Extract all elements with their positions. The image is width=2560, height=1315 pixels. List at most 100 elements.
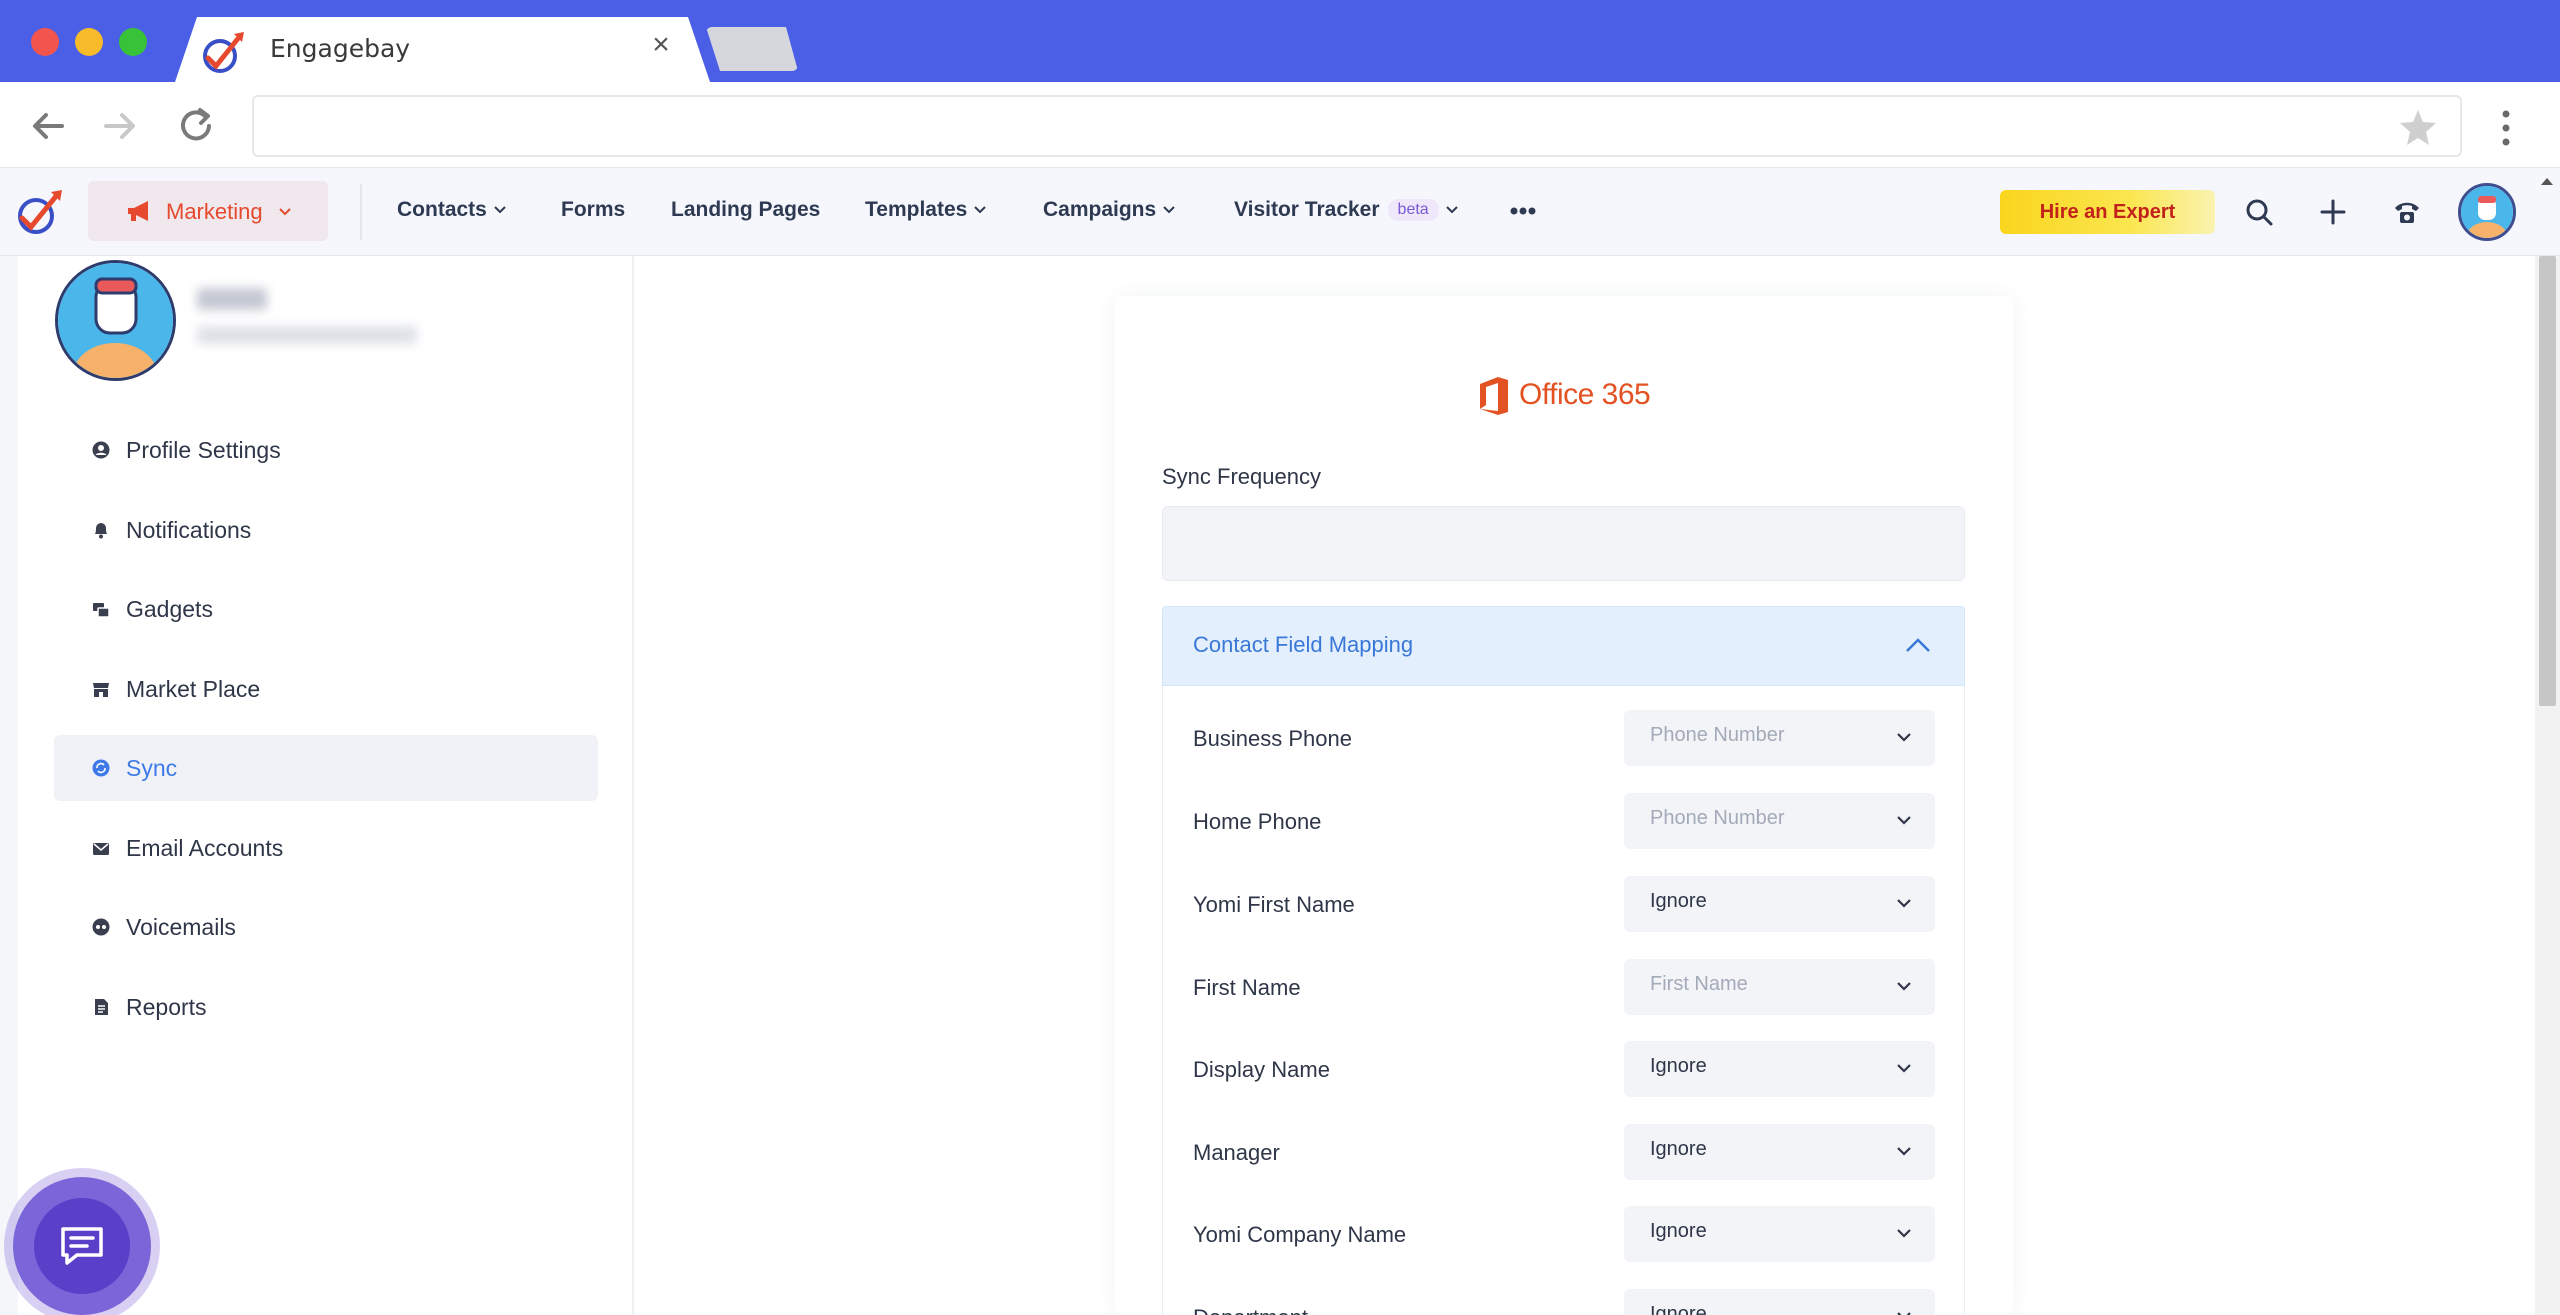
forward-arrow-icon[interactable] <box>98 104 142 148</box>
sync-icon <box>92 759 110 777</box>
chat-launcher-button[interactable] <box>34 1198 130 1294</box>
mapping-field-name: Yomi First Name <box>1193 892 1355 917</box>
browser-tab-active[interactable] <box>175 17 710 82</box>
mapping-field-name: Department <box>1193 1305 1308 1315</box>
chevron-up-icon[interactable] <box>1905 637 1931 653</box>
avatar-illustration-icon <box>2461 186 2513 238</box>
chevron-down-icon <box>494 206 506 214</box>
mapping-select[interactable]: Phone Number <box>1624 793 1935 849</box>
voicemail-icon <box>92 918 110 936</box>
nav-visitor-tracker-label: Visitor Tracker <box>1234 198 1380 221</box>
megaphone-icon <box>128 201 148 221</box>
profile-email-blurred <box>197 326 417 344</box>
mapping-field-name: Display Name <box>1193 1057 1330 1082</box>
mapping-row: First Name First Name <box>1193 959 1935 1015</box>
mapping-select[interactable]: Ignore <box>1624 1206 1935 1262</box>
user-circle-icon <box>92 441 110 459</box>
tab-close-icon[interactable]: × <box>648 30 674 60</box>
sidebar-item-profile-settings[interactable]: Profile Settings <box>54 417 598 483</box>
mapping-select[interactable]: Ignore <box>1624 1041 1935 1097</box>
mapping-field-name: Business Phone <box>1193 726 1352 751</box>
mapping-row: Home Phone Phone Number <box>1193 793 1935 849</box>
nav-campaigns[interactable]: Campaigns <box>1043 198 1176 222</box>
nav-landing-pages-label: Landing Pages <box>671 198 821 221</box>
reload-icon[interactable] <box>174 104 218 148</box>
search-icon[interactable] <box>2243 196 2275 228</box>
contact-field-mapping-title: Contact Field Mapping <box>1193 632 1414 657</box>
mapping-select[interactable]: Phone Number <box>1624 710 1935 766</box>
sidebar-item-sync[interactable]: Sync <box>54 735 598 801</box>
address-bar[interactable] <box>252 95 2462 157</box>
nav-contacts[interactable]: Contacts <box>397 198 507 222</box>
header-divider <box>360 184 362 240</box>
profile-avatar <box>55 260 176 381</box>
chevron-down-icon <box>1897 1229 1911 1238</box>
sidebar-item-label: Notifications <box>126 517 252 543</box>
module-label: Marketing <box>166 199 263 224</box>
chat-bubble-icon <box>61 1227 103 1265</box>
mapping-field-name: First Name <box>1193 975 1301 1000</box>
mapping-field-name: Manager <box>1193 1140 1280 1165</box>
engagebay-logo-icon[interactable] <box>14 188 66 236</box>
hire-expert-button[interactable]: Hire an Expert <box>2000 190 2215 234</box>
nav-contacts-label: Contacts <box>397 198 487 221</box>
nav-forms[interactable]: Forms <box>561 198 625 222</box>
bookmark-star-icon[interactable] <box>2398 108 2438 146</box>
module-switcher[interactable]: Marketing <box>88 181 328 241</box>
sidebar-item-label: Voicemails <box>126 914 236 940</box>
user-avatar-button[interactable] <box>2458 183 2516 241</box>
chevron-down-icon <box>279 208 291 216</box>
nav-visitor-tracker[interactable]: Visitor Tracker beta <box>1234 198 1459 222</box>
envelope-icon <box>93 843 109 855</box>
bell-icon <box>95 523 107 539</box>
scroll-up-arrow-icon[interactable] <box>2540 176 2554 186</box>
nav-templates[interactable]: Templates <box>865 198 987 222</box>
chevron-down-icon <box>1897 1064 1911 1073</box>
more-menu-icon[interactable] <box>1510 206 1536 216</box>
new-tab-button[interactable] <box>706 27 798 71</box>
nav-landing-pages[interactable]: Landing Pages <box>671 198 820 222</box>
mapping-select[interactable]: First Name <box>1624 959 1935 1015</box>
phone-icon[interactable] <box>2391 196 2423 228</box>
beta-badge: beta <box>1387 199 1439 221</box>
sidebar-item-voicemails[interactable]: Voicemails <box>54 894 598 960</box>
sidebar-item-notifications[interactable]: Notifications <box>54 497 598 563</box>
sidebar-item-label: Email Accounts <box>126 835 284 861</box>
plus-icon[interactable] <box>2317 196 2349 228</box>
browser-menu-icon[interactable] <box>2496 108 2516 148</box>
back-arrow-icon[interactable] <box>26 104 70 148</box>
mapping-select-value: Ignore <box>1650 1138 1707 1160</box>
chevron-down-icon <box>1897 899 1911 908</box>
mapping-select-value: Phone Number <box>1650 724 1785 746</box>
mapping-select[interactable]: Ignore <box>1624 876 1935 932</box>
sidebar-item-email-accounts[interactable]: Email Accounts <box>54 815 598 881</box>
mapping-select-value: Phone Number <box>1650 807 1785 829</box>
contact-field-mapping-header[interactable]: Contact Field Mapping <box>1162 606 1965 686</box>
mapping-field-name: Yomi Company Name <box>1193 1222 1407 1247</box>
sidebar-item-market-place[interactable]: Market Place <box>54 656 598 722</box>
avatar-illustration-icon <box>58 263 173 378</box>
sync-frequency-select[interactable] <box>1162 506 1965 581</box>
nav-templates-label: Templates <box>865 198 968 221</box>
chevron-down-icon <box>974 206 987 214</box>
chevron-down-icon <box>1897 982 1911 991</box>
chevron-down-icon <box>1445 206 1458 214</box>
mapping-select[interactable]: Ignore <box>1624 1124 1935 1180</box>
office365-logo-icon <box>1480 377 1508 415</box>
engagebay-favicon-icon <box>203 32 244 73</box>
window-maximize-button[interactable] <box>119 28 147 56</box>
sidebar-item-label: Sync <box>126 755 178 781</box>
sync-frequency-label: Sync Frequency <box>1162 464 1321 489</box>
window-close-button[interactable] <box>31 28 59 56</box>
mapping-select[interactable]: Ignore <box>1624 1289 1935 1315</box>
mapping-select-value: Ignore <box>1650 890 1707 912</box>
sidebar-edge <box>0 256 18 1315</box>
mapping-field-name: Home Phone <box>1193 809 1322 834</box>
sidebar-item-reports[interactable]: Reports <box>54 974 598 1040</box>
report-icon <box>95 999 108 1015</box>
sidebar-item-gadgets[interactable]: Gadgets <box>54 576 598 642</box>
sidebar-item-label: Profile Settings <box>126 437 281 463</box>
scrollbar-thumb[interactable] <box>2539 256 2556 706</box>
window-minimize-button[interactable] <box>75 28 103 56</box>
chevron-down-icon <box>1897 1147 1911 1156</box>
